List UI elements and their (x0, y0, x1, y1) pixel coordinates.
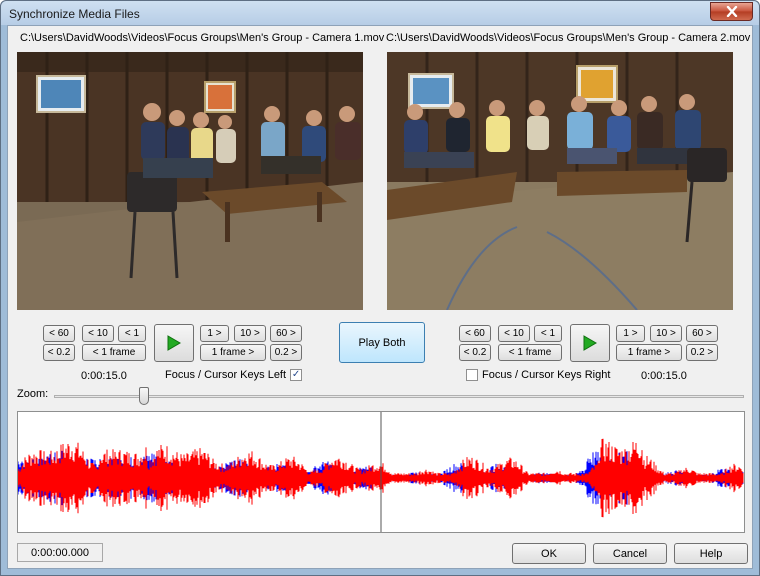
right-video-frame[interactable] (387, 52, 733, 310)
right-time: 0:00:15.0 (641, 370, 687, 382)
play-icon (167, 335, 181, 351)
close-button[interactable] (710, 2, 753, 21)
left-file-path: C:\Users\DavidWoods\Videos\Focus Groups\… (20, 32, 385, 44)
window-title: Synchronize Media Files (9, 7, 140, 21)
waveform-display[interactable] (17, 411, 745, 533)
right-fwd-1-button[interactable]: 1 > (616, 325, 645, 342)
right-fwd-60-button[interactable]: 60 > (686, 325, 718, 342)
left-focus-label: Focus / Cursor Keys Left (165, 369, 287, 381)
right-focus-option[interactable]: Focus / Cursor Keys Right (466, 369, 610, 381)
position-readout: 0:00:00.000 (17, 543, 103, 562)
help-button[interactable]: Help (674, 543, 748, 564)
right-back-1-frame-button[interactable]: < 1 frame (498, 344, 562, 361)
right-focus-label: Focus / Cursor Keys Right (482, 369, 611, 381)
ok-button[interactable]: OK (512, 543, 586, 564)
left-video-frame[interactable] (17, 52, 363, 310)
dialog-client: C:\Users\DavidWoods\Videos\Focus Groups\… (7, 25, 753, 569)
dialog-window: Synchronize Media Files C:\Users\DavidWo… (0, 0, 760, 576)
right-file-path: C:\Users\DavidWoods\Videos\Focus Groups\… (386, 32, 751, 44)
left-back-1-button[interactable]: < 1 (118, 325, 146, 342)
right-play-button[interactable] (570, 324, 610, 362)
left-fwd-1-button[interactable]: 1 > (200, 325, 229, 342)
right-fwd-10-button[interactable]: 10 > (650, 325, 682, 342)
zoom-label: Zoom: (17, 388, 49, 400)
right-focus-checkbox[interactable] (466, 369, 478, 381)
left-back-0-2-button[interactable]: < 0.2 (43, 344, 75, 361)
cancel-button[interactable]: Cancel (593, 543, 667, 564)
play-icon (583, 335, 597, 351)
play-both-button[interactable]: Play Both (339, 322, 425, 363)
zoom-slider-thumb[interactable] (138, 387, 149, 405)
title-bar[interactable]: Synchronize Media Files (1, 1, 759, 25)
right-fwd-1-frame-button[interactable]: 1 frame > (616, 344, 682, 361)
left-fwd-0-2-button[interactable]: 0.2 > (270, 344, 302, 361)
left-focus-checkbox[interactable]: ✓ (290, 369, 303, 381)
left-back-1-frame-button[interactable]: < 1 frame (82, 344, 146, 361)
right-back-1-button[interactable]: < 1 (534, 325, 562, 342)
left-time: 0:00:15.0 (81, 370, 127, 382)
left-fwd-60-button[interactable]: 60 > (270, 325, 302, 342)
left-back-60-button[interactable]: < 60 (43, 325, 75, 342)
left-fwd-10-button[interactable]: 10 > (234, 325, 266, 342)
right-back-10-button[interactable]: < 10 (498, 325, 530, 342)
right-back-0-2-button[interactable]: < 0.2 (459, 344, 491, 361)
left-fwd-1-frame-button[interactable]: 1 frame > (200, 344, 266, 361)
zoom-slider-track[interactable] (54, 395, 744, 398)
left-play-button[interactable] (154, 324, 194, 362)
left-back-10-button[interactable]: < 10 (82, 325, 114, 342)
close-icon (726, 6, 737, 17)
left-focus-option[interactable]: Focus / Cursor Keys Left ✓ (165, 369, 303, 381)
right-back-60-button[interactable]: < 60 (459, 325, 491, 342)
right-fwd-0-2-button[interactable]: 0.2 > (686, 344, 718, 361)
